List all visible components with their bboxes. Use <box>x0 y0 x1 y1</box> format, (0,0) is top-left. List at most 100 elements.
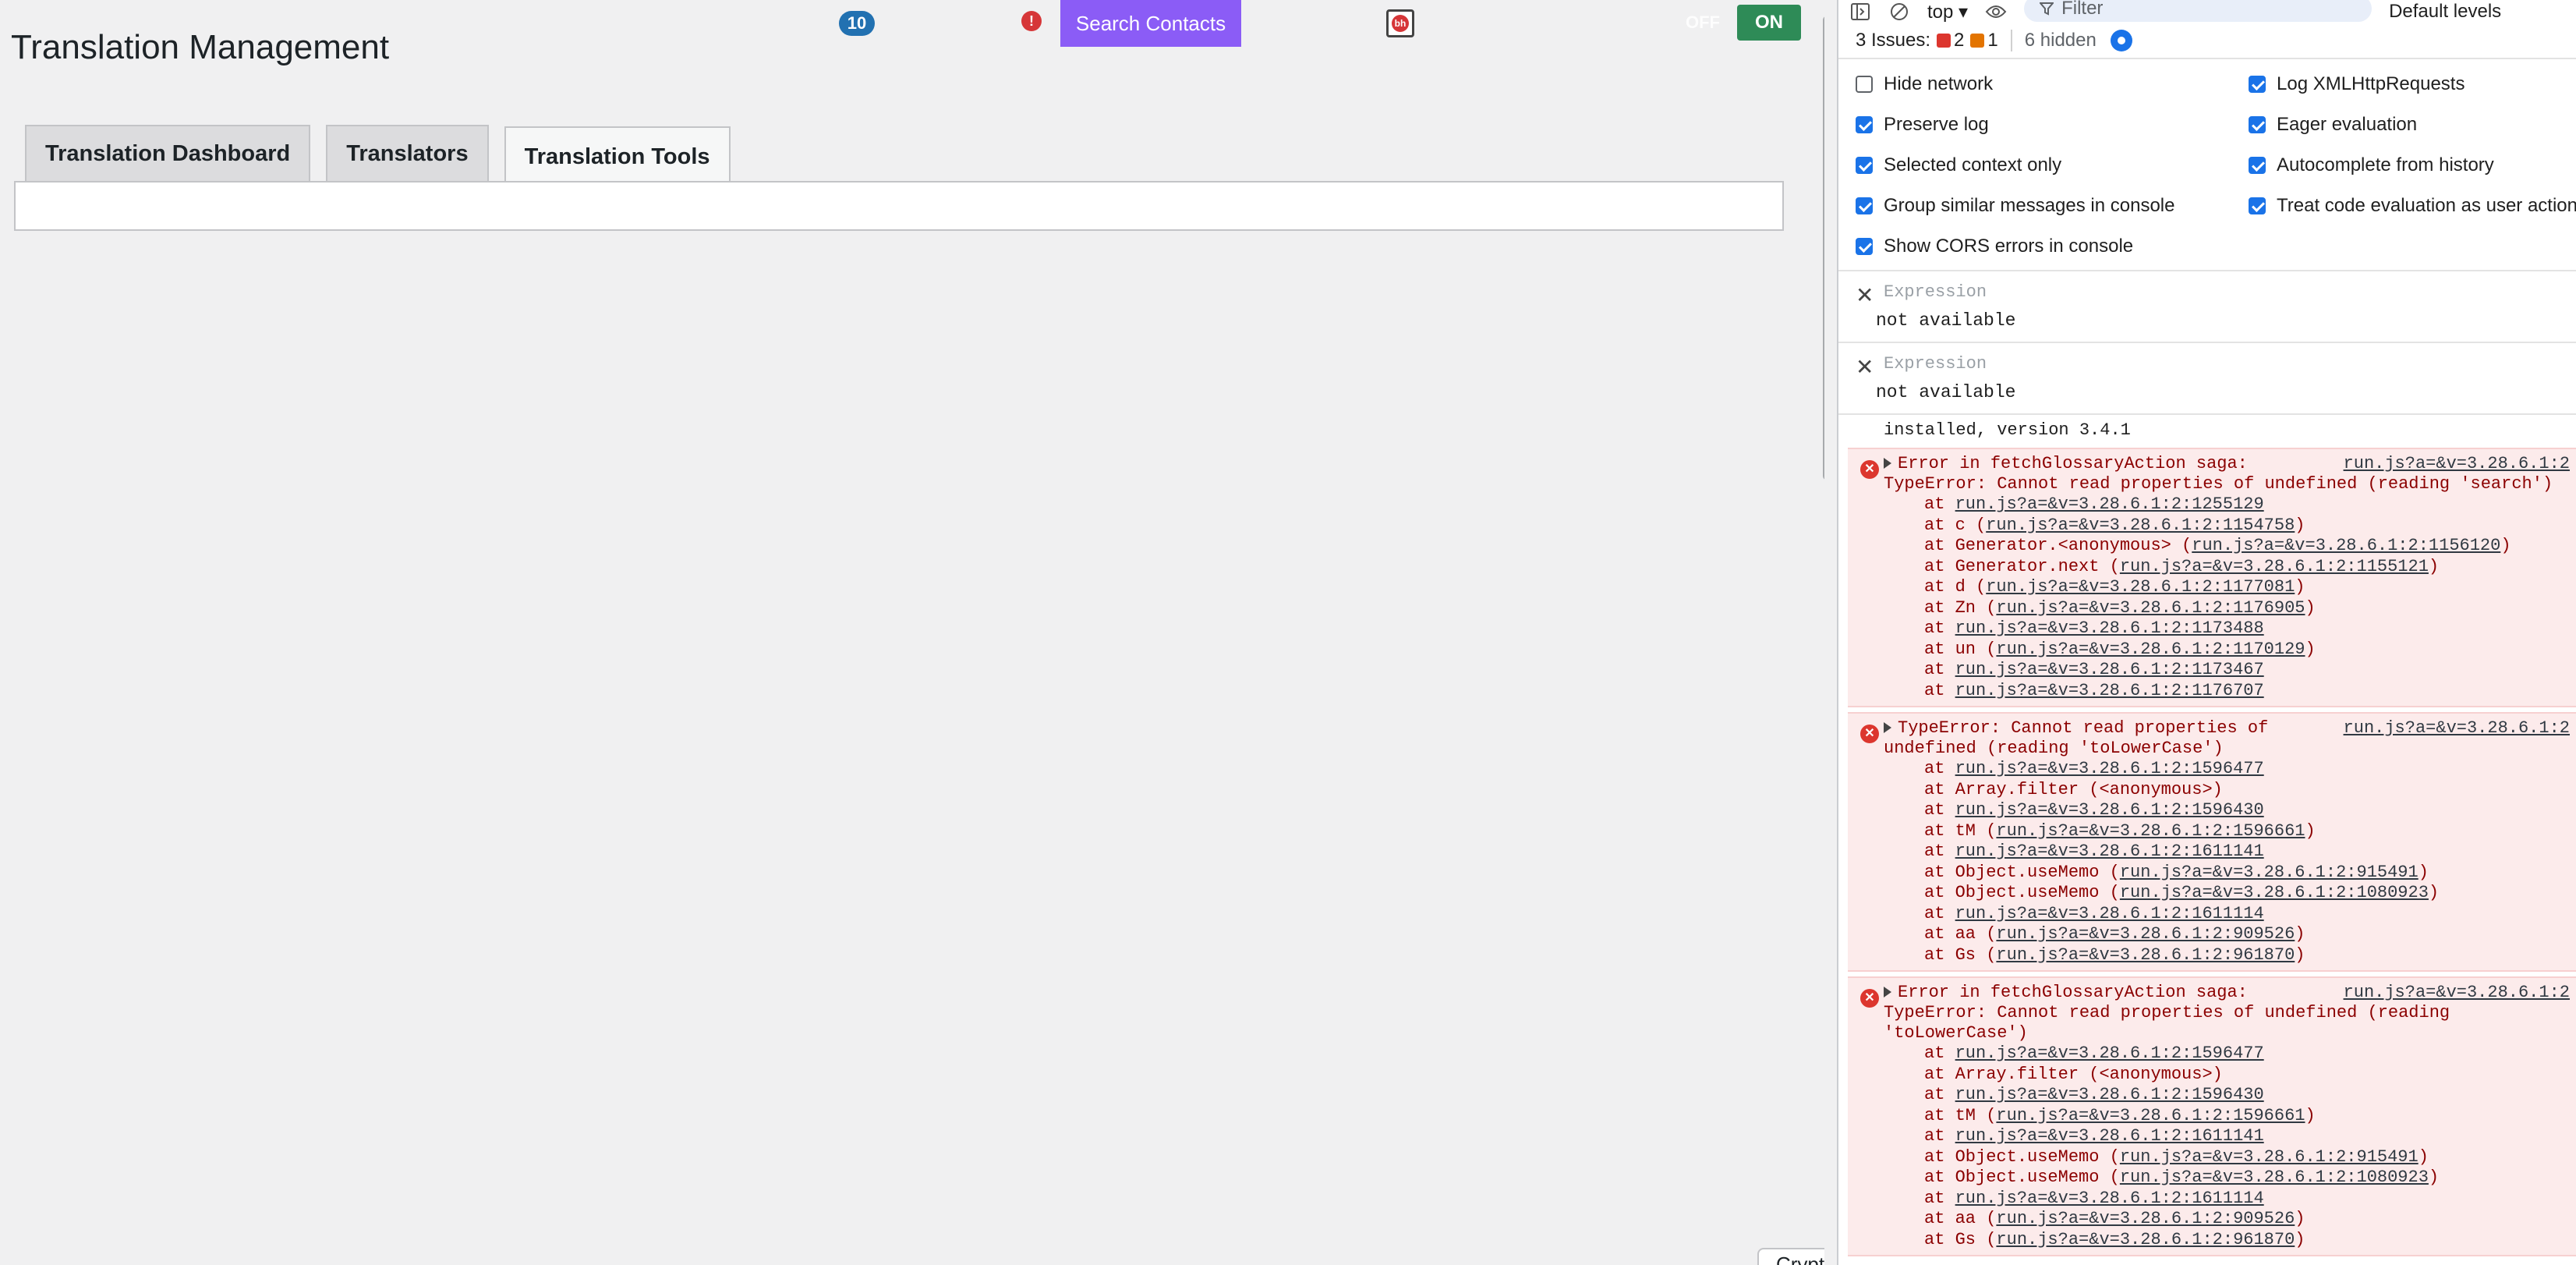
live-expression[interactable]: ✕ Expression not available <box>1838 271 2576 343</box>
expression-placeholder: Expression <box>1884 282 1987 302</box>
stack-frame-link[interactable]: run.js?a=&v=3.28.6.1:2:1596661 <box>1996 1106 2305 1125</box>
stack-frame-link[interactable]: run.js?a=&v=3.28.6.1:2:1176707 <box>1955 681 2264 700</box>
stack-frame-link[interactable]: run.js?a=&v=3.28.6.1:2:1255129 <box>1955 494 2264 514</box>
stack-frame-link[interactable]: run.js?a=&v=3.28.6.1:2:909526 <box>1996 1209 2295 1228</box>
setting-label: Hide network <box>1884 73 1994 94</box>
stack-frame-link[interactable]: run.js?a=&v=3.28.6.1:2:1170129 <box>1996 640 2305 659</box>
stack-frame-link[interactable]: run.js?a=&v=3.28.6.1:2:1080923 <box>2120 883 2429 902</box>
stack-frame-link[interactable]: run.js?a=&v=3.28.6.1:2:1596477 <box>1955 759 2264 778</box>
setting-treat-code-eval[interactable]: Treat code evaluation as user action <box>2249 189 2576 223</box>
filter-input[interactable]: Filter <box>2024 0 2373 22</box>
error-source-link[interactable]: run.js?a=&v=3.28.6.1:2 <box>2344 718 2576 739</box>
stack-frame-link[interactable]: run.js?a=&v=3.28.6.1:2:1596430 <box>1955 1085 2264 1104</box>
error-source-link[interactable]: run.js?a=&v=3.28.6.1:2 <box>2344 983 2576 1003</box>
stack-frame-link[interactable]: run.js?a=&v=3.28.6.1:2:961870 <box>1996 945 2295 965</box>
log-levels-dropdown[interactable]: Default levels <box>2389 1 2501 23</box>
tab-translation-dashboard[interactable]: Translation Dashboard <box>25 125 311 181</box>
checkbox[interactable] <box>1856 238 1873 255</box>
console-error-message[interactable]: ✕ Error in fetchGlossaryAction saga: run.j… <box>1848 448 2576 707</box>
stack-frame-link[interactable]: run.js?a=&v=3.28.6.1:2:1173488 <box>1955 618 2264 638</box>
checkbox[interactable] <box>2249 76 2266 93</box>
error-title[interactable]: TypeError: Cannot read properties of <box>1884 718 2268 739</box>
issues-errors[interactable]: 2 <box>1937 30 1964 51</box>
tab-translators[interactable]: Translators <box>326 125 489 181</box>
expand-triangle-icon[interactable] <box>1884 987 1891 998</box>
stack-frame: at Object.useMemo (run.js?a=&v=3.28.6.1:… <box>1924 1146 2429 1167</box>
issues-bar[interactable]: 3 Issues: 2 1 6 hidden <box>1838 23 2576 59</box>
setting-selected-context[interactable]: Selected context only <box>1856 148 2249 182</box>
setting-log-xhr[interactable]: Log XMLHttpRequests <box>2249 67 2576 101</box>
page-scrollbar-thumb[interactable] <box>1823 16 1824 480</box>
error-message-text: undefined (reading 'toLowerCase') <box>1884 739 2224 758</box>
clear-console-icon[interactable] <box>1888 1 1910 23</box>
expression-value: not available <box>1876 310 2016 331</box>
eye-icon[interactable] <box>1985 1 2007 23</box>
error-title[interactable]: Error in fetchGlossaryAction saga: <box>1884 983 2248 1003</box>
setting-autocomplete-history[interactable]: Autocomplete from history <box>2249 148 2576 182</box>
error-title[interactable]: Error in fetchGlossaryAction saga: <box>1884 454 2248 474</box>
on-off-toggle[interactable]: OFF ON <box>1668 5 1801 41</box>
stack-frame-link[interactable]: run.js?a=&v=3.28.6.1:2:909526 <box>1996 924 2295 944</box>
notification-count-badge[interactable]: 10 <box>839 11 875 36</box>
tab-bar: Translation Dashboard Translators Transl… <box>25 125 731 186</box>
stack-frame-link[interactable]: run.js?a=&v=3.28.6.1:2:1176905 <box>1996 598 2305 618</box>
tab-translation-tools[interactable]: Translation Tools <box>504 126 731 186</box>
stack-frame-link[interactable]: run.js?a=&v=3.28.6.1:2:915491 <box>2120 1147 2419 1167</box>
stack-frame-link[interactable]: run.js?a=&v=3.28.6.1:2:1156120 <box>2192 536 2500 555</box>
console-error-message[interactable]: ✕ Error in fetchGlossaryAction saga: run.j… <box>1848 976 2576 1256</box>
checkbox[interactable] <box>1856 197 1873 214</box>
stack-frame-link[interactable]: run.js?a=&v=3.28.6.1:2:1155121 <box>2120 557 2429 576</box>
stack-frame-link[interactable]: run.js?a=&v=3.28.6.1:2:1596430 <box>1955 800 2264 820</box>
checkbox[interactable] <box>2249 116 2266 133</box>
stack-frame-link[interactable]: run.js?a=&v=3.28.6.1:2:961870 <box>1996 1230 2295 1249</box>
stack-frame: at Array.filter (<anonymous>) <box>1924 779 2223 799</box>
checkbox[interactable] <box>1856 76 1873 93</box>
checkbox[interactable] <box>2249 197 2266 214</box>
search-contacts-button[interactable]: Search Contacts <box>1060 0 1241 47</box>
alert-icon[interactable]: ! <box>1021 11 1042 31</box>
stack-frame-link[interactable]: run.js?a=&v=3.28.6.1:2:1154758 <box>1986 516 2295 535</box>
setting-label: Show CORS errors in console <box>1884 236 2134 257</box>
stack-frame-link[interactable]: run.js?a=&v=3.28.6.1:2:1596477 <box>1955 1044 2264 1063</box>
bottom-chip[interactable]: Cryptometer <box>1757 1248 1824 1265</box>
stack-frame-link[interactable]: run.js?a=&v=3.28.6.1:2:1596661 <box>1996 821 2305 841</box>
stack-frame-link[interactable]: run.js?a=&v=3.28.6.1:2:1177081 <box>1986 577 2295 597</box>
expand-triangle-icon[interactable] <box>1884 458 1891 470</box>
stack-frame: at run.js?a=&v=3.28.6.1:2:1596477 <box>1924 759 2264 778</box>
stack-frame-link[interactable]: run.js?a=&v=3.28.6.1:2:915491 <box>2120 863 2419 882</box>
setting-hide-network[interactable]: Hide network <box>1856 67 2249 101</box>
toggle-off-option[interactable]: OFF <box>1668 5 1737 41</box>
stack-frame-link[interactable]: run.js?a=&v=3.28.6.1:2:1611141 <box>1955 842 2264 861</box>
context-selector[interactable]: top ▾ <box>1927 1 1968 23</box>
issues-warnings[interactable]: 1 <box>1970 30 1998 51</box>
remove-expression-icon[interactable]: ✕ <box>1856 282 1874 308</box>
stack-frame-link[interactable]: run.js?a=&v=3.28.6.1:2:1611114 <box>1955 904 2264 923</box>
toggle-on-option[interactable]: ON <box>1737 5 1801 41</box>
stack-frame-link[interactable]: run.js?a=&v=3.28.6.1:2:1611114 <box>1955 1189 2264 1208</box>
remove-expression-icon[interactable]: ✕ <box>1856 354 1874 380</box>
console-settings-gear-icon[interactable] <box>2110 30 2132 51</box>
issues-separator <box>2010 30 2012 51</box>
setting-show-cors[interactable]: Show CORS errors in console <box>1856 229 2249 264</box>
checkbox[interactable] <box>1856 116 1873 133</box>
extension-icon[interactable]: bh <box>1386 9 1414 37</box>
sidebar-toggle-icon[interactable] <box>1849 1 1871 23</box>
checkbox[interactable] <box>1856 157 1873 174</box>
setting-label: Treat code evaluation as user action <box>2277 195 2576 216</box>
stack-frame: at Object.useMemo (run.js?a=&v=3.28.6.1:… <box>1924 1168 2440 1187</box>
live-expression[interactable]: ✕ Expression not available <box>1838 343 2576 415</box>
stack-frame: at run.js?a=&v=3.28.6.1:2:1611141 <box>1924 842 2264 861</box>
console-error-message[interactable]: ✕ TypeError: Cannot read properties of run… <box>1848 712 2576 972</box>
setting-eager-evaluation[interactable]: Eager evaluation <box>2249 108 2576 142</box>
setting-preserve-log[interactable]: Preserve log <box>1856 108 2249 142</box>
checkbox[interactable] <box>2249 157 2266 174</box>
stack-frame-link[interactable]: run.js?a=&v=3.28.6.1:2:1173467 <box>1955 660 2264 679</box>
stack-frame: at un (run.js?a=&v=3.28.6.1:2:1170129) <box>1924 639 2316 659</box>
stack-frame: at Generator.next (run.js?a=&v=3.28.6.1:… <box>1924 556 2440 576</box>
error-source-link[interactable]: run.js?a=&v=3.28.6.1:2 <box>2344 454 2576 474</box>
setting-group-similar[interactable]: Group similar messages in console <box>1856 189 2249 223</box>
expand-triangle-icon[interactable] <box>1884 722 1891 734</box>
stack-frame-link[interactable]: run.js?a=&v=3.28.6.1:2:1080923 <box>2120 1168 2429 1187</box>
stack-frame: at run.js?a=&v=3.28.6.1:2:1255129 <box>1924 494 2264 514</box>
stack-frame-link[interactable]: run.js?a=&v=3.28.6.1:2:1611141 <box>1955 1126 2264 1146</box>
